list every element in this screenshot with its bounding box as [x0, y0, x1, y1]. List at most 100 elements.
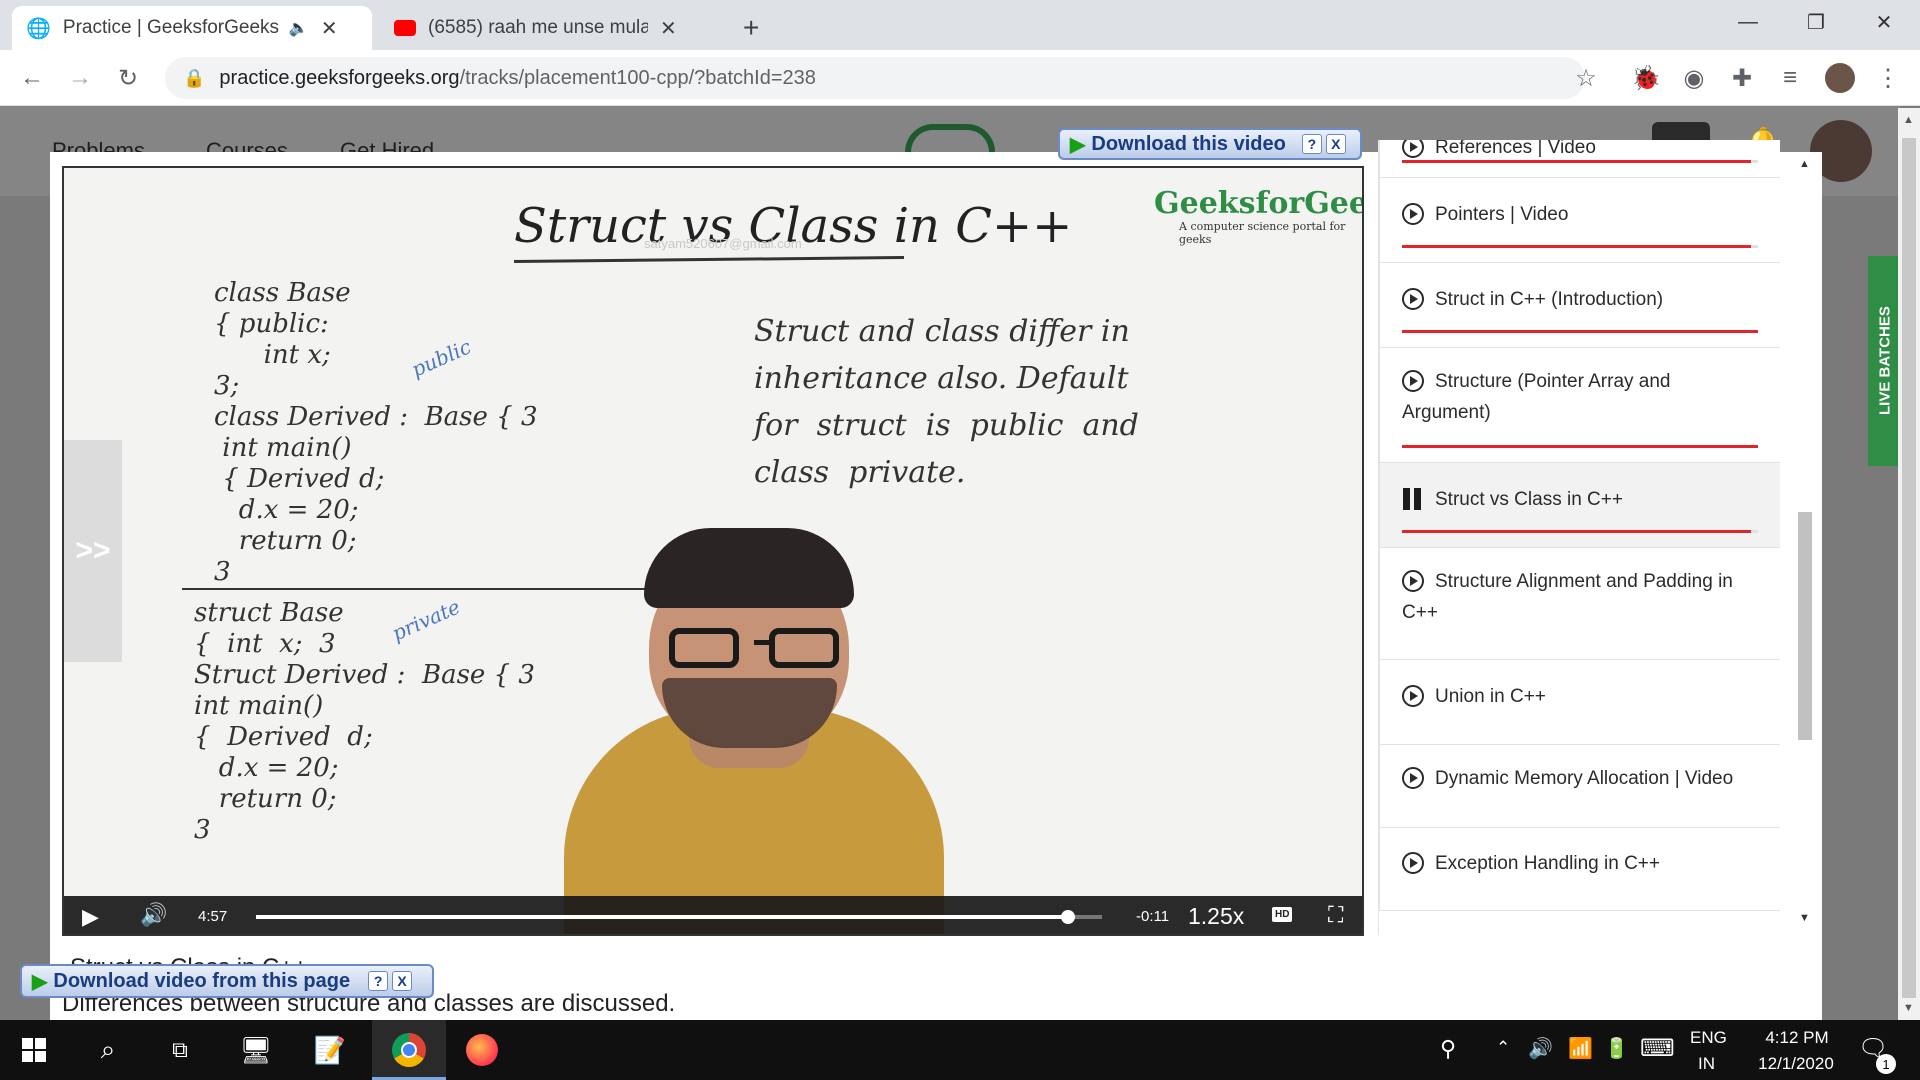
- volume-tray-icon[interactable]: 🔊: [1528, 1036, 1553, 1061]
- region-indicator: IN: [1698, 1054, 1715, 1073]
- download-video-banner[interactable]: ▶ Download this video ? X: [1058, 128, 1362, 160]
- scroll-up-icon[interactable]: ▲: [1799, 158, 1810, 170]
- page-scroll-thumb[interactable]: [1902, 138, 1916, 998]
- media-queue-icon[interactable]: ≡: [1772, 60, 1808, 96]
- windows-start-icon[interactable]: [16, 1032, 52, 1068]
- page-scroll-up-icon[interactable]: ▲: [1903, 114, 1914, 126]
- video-player[interactable]: Struct vs Class in C++ satyam520607@gmai…: [62, 166, 1364, 936]
- playlist-item[interactable]: Struct vs Class in C++: [1379, 463, 1780, 548]
- playlist-items: References | Video Pointers | Video Struct…: [1379, 140, 1780, 935]
- page-scrollbar[interactable]: ▲ ▼: [1898, 108, 1920, 1020]
- close-tab-icon[interactable]: ✕: [321, 16, 338, 41]
- playlist-item[interactable]: Pointers | Video: [1379, 178, 1780, 263]
- playlist-item[interactable]: Structure Alignment and Padding in C++: [1379, 548, 1780, 660]
- playlist-item-progress: [1402, 330, 1758, 333]
- minimize-button[interactable]: —: [1718, 0, 1778, 44]
- playlist-item[interactable]: References | Video: [1379, 140, 1780, 178]
- playlist-item[interactable]: Struct in C++ (Introduction): [1379, 263, 1780, 348]
- playlist-item[interactable]: Union in C++: [1379, 660, 1780, 745]
- url-domain: practice.geeksforgeeks.org: [219, 66, 460, 89]
- code-struct-example: struct Base { int x; 3 Struct Derived : …: [194, 598, 535, 845]
- presenter-image: [534, 528, 974, 934]
- playlist-panel: References | Video Pointers | Video Struct…: [1378, 140, 1780, 935]
- hd-icon[interactable]: HD: [1272, 907, 1293, 922]
- playlist-scrollbar[interactable]: ▲ ▼: [1796, 152, 1814, 932]
- close-window-button[interactable]: ✕: [1854, 0, 1914, 44]
- extensions-icon[interactable]: ✚: [1724, 60, 1760, 96]
- playlist-item-progress: [1402, 530, 1758, 533]
- youtube-icon: [394, 20, 416, 36]
- star-icon[interactable]: ☆: [1568, 60, 1604, 96]
- new-tab-button[interactable]: +: [743, 12, 759, 44]
- playlist-item-title: Struct in C++ (Introduction): [1435, 289, 1664, 310]
- browser-tab-strip: 🌐 Practice | GeeksforGeeks | A 🔈 ✕ (6585…: [0, 0, 1920, 50]
- seek-handle[interactable]: [1061, 910, 1076, 924]
- chevron-up-icon[interactable]: ⌃: [1496, 1038, 1510, 1058]
- playlist-scroll-thumb[interactable]: [1798, 512, 1812, 740]
- glasses-bridge: [754, 640, 774, 645]
- download-video-label[interactable]: Download this video: [1091, 133, 1285, 156]
- download-page-label[interactable]: Download video from this page: [53, 970, 350, 993]
- download-page-video-banner[interactable]: ▶ Download video from this page ? X: [20, 964, 434, 998]
- seek-progress: [256, 915, 1069, 919]
- restore-button[interactable]: ❐: [1786, 0, 1846, 44]
- board-underline: [513, 255, 905, 264]
- globe-extension-icon[interactable]: ◉: [1676, 60, 1712, 96]
- gfg-brand: GeeksforGeeks: [1154, 186, 1362, 221]
- help-icon[interactable]: ?: [1301, 134, 1322, 154]
- computer-icon[interactable]: 🖥: [238, 1032, 274, 1068]
- menu-icon[interactable]: ⋮: [1870, 60, 1906, 96]
- language-indicator[interactable]: ENG: [1690, 1028, 1727, 1048]
- glasses-left: [669, 628, 739, 668]
- notepad-icon[interactable]: 📝: [312, 1032, 348, 1068]
- task-view-icon[interactable]: ⧉: [162, 1032, 198, 1068]
- profile-avatar[interactable]: [1822, 60, 1858, 96]
- close-icon[interactable]: X: [392, 971, 413, 991]
- tab-geeksforgeeks[interactable]: 🌐 Practice | GeeksforGeeks | A 🔈 ✕: [12, 6, 372, 50]
- battery-icon[interactable]: 🔋: [1604, 1036, 1629, 1061]
- live-batches-badge[interactable]: LIVE BATCHES: [1868, 256, 1902, 466]
- firefox-icon[interactable]: [464, 1032, 500, 1068]
- playlist-item[interactable]: Structure (Pointer Array and Argument): [1379, 348, 1780, 463]
- reload-icon[interactable]: ↻: [110, 60, 146, 96]
- chrome-taskbar-button[interactable]: [372, 1020, 446, 1080]
- scroll-down-icon[interactable]: ▼: [1799, 912, 1810, 924]
- playlist-item-title: Structure Alignment and Padding in C++: [1402, 571, 1733, 623]
- seek-bar[interactable]: [256, 910, 1102, 924]
- board-explanation: Struct and class differ in inheritance a…: [754, 314, 1139, 490]
- remaining-time: -0:11: [1136, 908, 1170, 925]
- clock-time[interactable]: 4:12 PM: [1754, 1028, 1840, 1048]
- gfg-tagline: A computer science portal for geeks: [1179, 220, 1346, 246]
- keyboard-icon[interactable]: ⌨: [1640, 1034, 1675, 1063]
- search-icon[interactable]: ⌕: [90, 1032, 126, 1068]
- bug-extension-icon[interactable]: 🐞: [1628, 60, 1664, 96]
- back-icon[interactable]: ←: [14, 60, 50, 96]
- page-scroll-down-icon[interactable]: ▼: [1903, 1002, 1914, 1014]
- player-controls: ▶ 🔊 4:57 -0:11 1.25x HD ⛶: [64, 896, 1362, 934]
- wifi-icon[interactable]: 📶: [1568, 1036, 1593, 1061]
- close-icon[interactable]: X: [1325, 134, 1346, 154]
- tab-title: Practice | GeeksforGeeks | A: [62, 17, 283, 38]
- download-play-icon: ▶: [1070, 133, 1086, 156]
- forward-icon[interactable]: →: [62, 60, 98, 96]
- side-panel-toggle[interactable]: >>: [64, 440, 122, 662]
- address-bar[interactable]: 🔒 practice.geeksforgeeks.org /tracks/pla…: [165, 57, 1585, 99]
- help-icon[interactable]: ?: [368, 971, 389, 991]
- playlist-item[interactable]: Dynamic Memory Allocation | Video: [1379, 745, 1780, 828]
- playlist-item-progress: [1402, 245, 1758, 248]
- volume-icon[interactable]: 🔊: [140, 902, 167, 928]
- code-class-example: class Base { public: int x; 3; class Der…: [214, 278, 538, 587]
- playlist-item[interactable]: Exception Handling in C++: [1379, 828, 1780, 911]
- globe-icon: 🌐: [26, 17, 51, 40]
- video-watermark: satyam520607@gmail.com: [644, 236, 802, 251]
- play-icon[interactable]: ▶: [82, 904, 99, 930]
- current-time: 4:57: [198, 908, 228, 925]
- people-icon[interactable]: ⚲: [1440, 1036, 1456, 1062]
- playback-speed[interactable]: 1.25x: [1188, 903, 1244, 930]
- fullscreen-icon[interactable]: ⛶: [1328, 902, 1343, 928]
- close-tab-icon[interactable]: ✕: [660, 16, 677, 41]
- lock-icon: 🔒: [183, 67, 206, 88]
- tab-youtube[interactable]: (6585) raah me unse mulakat ho ✕: [380, 6, 730, 50]
- speaker-icon[interactable]: 🔈: [289, 18, 309, 38]
- gfg-logo-icon[interactable]: [905, 124, 995, 152]
